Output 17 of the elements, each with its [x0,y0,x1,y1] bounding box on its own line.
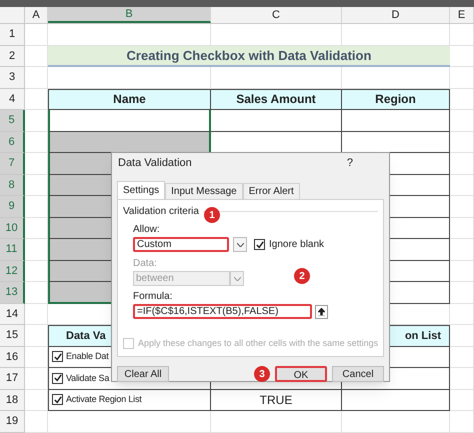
checkbox-label: Ignore blank [269,238,324,252]
checkbox-label: Enable Dat [66,350,109,363]
step-marker: 1 [204,207,220,223]
column-header: Region [342,88,450,110]
checkbox-label: Activate Region List [66,393,142,406]
column-header: Name [48,88,211,110]
field-label: Allow: [133,223,160,237]
field-label: Data: [133,257,157,271]
group-label: Validation criteria [123,205,199,219]
field-label: Formula: [133,290,172,304]
checkbox-label: Validate Sa [66,372,110,384]
step-marker: 3 [254,366,270,382]
column-header: Sales Amount [211,88,342,110]
table-cell: TRUE [211,390,342,411]
dialog-title: Data Validation [118,156,192,171]
title-banner: Creating Checkbox with Data Validation [48,46,450,67]
step-marker: 2 [294,268,310,284]
